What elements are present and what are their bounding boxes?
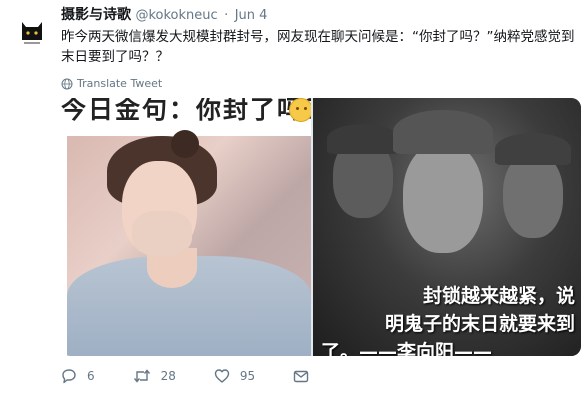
media-image-right[interactable]: 封锁越来越紧，说 明鬼子的末日就要来到 了。——李向阳—— [313,98,581,356]
heart-icon [214,369,230,383]
tweet-actions: 6 28 95 [61,368,347,384]
author-name[interactable]: 摄影与诗歌 [61,7,131,23]
left-image-caption: 今日金句：你封了吗？ [61,98,311,124]
caption-line-3: 了。——李向阳—— [321,341,493,356]
like-count: 95 [239,369,256,383]
tweet-media[interactable]: 今日金句：你封了吗？ 封锁越来越紧，说 明鬼子的末日就要来到 了。——李向阳—— [61,98,581,356]
author-handle[interactable]: @kokokneuc [135,8,217,23]
separator-dot: · [224,8,229,23]
envelope-icon [294,370,309,383]
smiling-emoji-icon [289,98,311,122]
direct-message-button[interactable] [293,368,309,384]
tweet-text: 昨今两天微信爆发大规模封群封号，网友现在聊天问候是：“你封了吗？”纳粹党感觉到末… [61,29,575,65]
retweet-count: 28 [160,369,176,383]
like-button[interactable]: 95 [214,368,255,384]
caption-line-2: 明鬼子的末日就要来到 [384,313,575,335]
reply-icon [62,369,76,384]
tweet-header: 摄影与诗歌 @kokokneuc · Jun 4 [61,6,267,25]
reply-count: 6 [87,369,95,383]
retweet-icon [133,369,150,383]
woman-photo [67,130,311,356]
translate-label: Translate Tweet [77,77,163,90]
retweet-button[interactable]: 28 [133,368,176,384]
right-image-caption: 封锁越来越紧，说 明鬼子的末日就要来到 了。——李向阳—— [321,282,581,356]
reply-button[interactable]: 6 [61,368,95,384]
media-image-left[interactable]: 今日金句：你封了吗？ [61,98,311,356]
globe-icon [61,78,73,89]
translate-tweet-link[interactable]: Translate Tweet [61,77,162,90]
black-cat-icon [22,22,42,44]
caption-line-1: 封锁越来越紧，说 [422,285,575,307]
tweet-date[interactable]: Jun 4 [235,8,268,23]
avatar[interactable] [13,10,51,48]
